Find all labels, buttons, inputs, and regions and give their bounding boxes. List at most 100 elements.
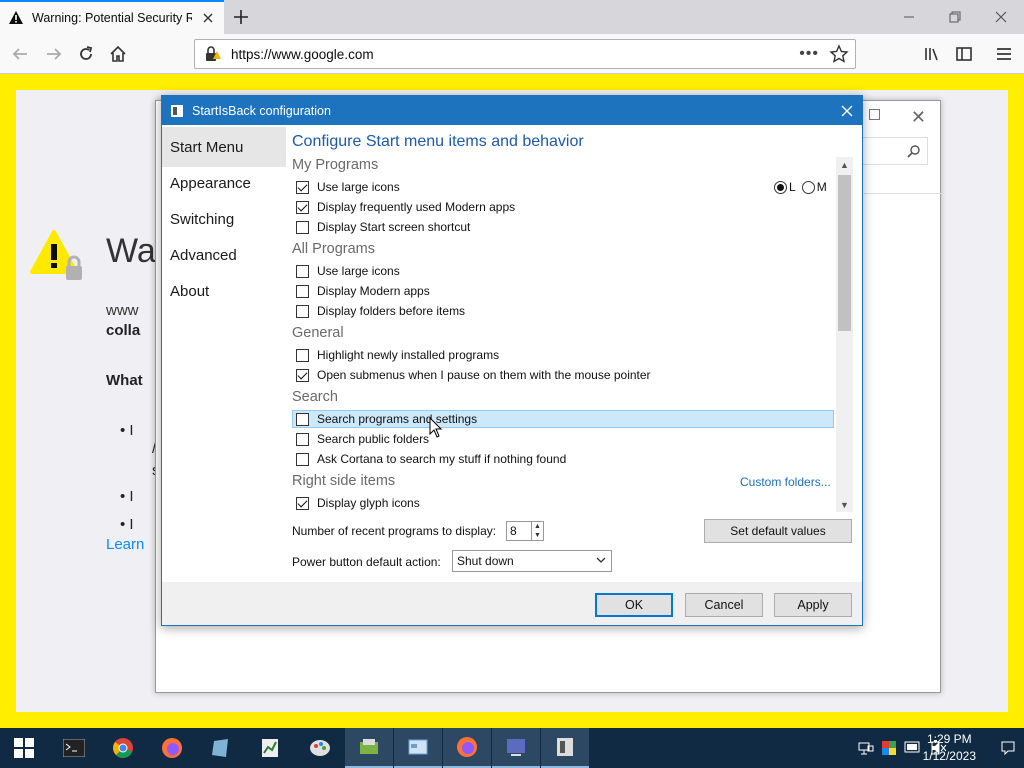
custom-folders-link[interactable]: Custom folders... [740,475,831,489]
page-actions-icon[interactable]: ••• [799,45,819,63]
recent-programs-value[interactable]: 8 [510,524,517,538]
nav-advanced[interactable]: Advanced [162,235,286,275]
option-mp-modern-apps[interactable]: Display frequently used Modern apps [292,198,834,216]
checkbox[interactable] [296,368,309,382]
app-icon [212,739,228,757]
ok-button[interactable]: OK [595,593,673,617]
stepper-down-icon[interactable]: ▼ [532,531,543,540]
forward-button[interactable] [40,40,68,68]
set-default-values-button[interactable]: Set default values [704,519,852,543]
taskbar-firefox[interactable] [148,728,196,768]
nav-about[interactable]: About [162,271,286,311]
cancel-button[interactable]: Cancel [685,593,763,617]
option-ap-large-icons[interactable]: Use large icons [292,262,834,280]
option-gen-submenus[interactable]: Open submenus when I pause on them with … [292,366,834,384]
recent-programs-stepper[interactable]: 8 ▲ ▼ [506,521,544,541]
start-button[interactable] [0,728,48,768]
menu-button[interactable] [990,40,1018,68]
scroll-up-icon[interactable]: ▲ [839,159,850,170]
bookmark-star-icon[interactable] [829,44,849,64]
browser-tab[interactable]: Warning: Potential Security Ris [0,0,224,34]
checkbox[interactable] [296,220,309,234]
option-search-programs[interactable]: Search programs and settings [292,410,834,428]
checkbox[interactable] [296,432,309,446]
dialog-footer: OK Cancel Apply [162,582,862,625]
nav-start-menu[interactable]: Start Menu [162,127,286,167]
restore-window-button[interactable] [932,0,978,34]
learn-more-link[interactable]: Learn [106,536,144,553]
taskbar-app-window[interactable] [394,728,442,768]
section-all-programs: All Programs [292,241,375,257]
restore-icon [949,11,961,23]
checkbox[interactable] [296,264,309,278]
taskbar-firefox-active[interactable] [443,728,491,768]
checkbox[interactable] [296,284,309,298]
nav-switching[interactable]: Switching [162,199,286,239]
scroll-down-icon[interactable]: ▼ [839,499,850,510]
notifications-icon[interactable] [1000,740,1016,756]
taskbar-app-chart[interactable] [246,728,294,768]
divider [864,193,942,194]
network-icon[interactable] [858,740,874,756]
options-scrollbar[interactable]: ▲ ▼ [836,157,853,512]
power-action-select[interactable]: Shut down [452,550,612,572]
section-my-programs: My Programs [292,157,379,173]
library-button[interactable] [918,40,946,68]
checkbox[interactable] [296,180,309,194]
address-bar[interactable]: https://www.google.com ••• [194,39,856,69]
radio-medium[interactable] [801,180,815,194]
home-button[interactable] [104,40,132,68]
checkbox[interactable] [296,304,309,318]
taskbar-cmd[interactable] [50,728,98,768]
clock-time: 1:29 PM [926,732,972,746]
option-gen-highlight[interactable]: Highlight newly installed programs [292,346,834,364]
option-rs-glyph[interactable]: Display glyph icons [292,494,834,512]
taskbar-app-green[interactable] [345,728,393,768]
close-window-button[interactable] [978,0,1024,34]
sidebar-button[interactable] [950,40,978,68]
dialog-titlebar[interactable]: StartIsBack configuration [162,96,862,125]
checkbox[interactable] [296,200,309,214]
url-text[interactable]: https://www.google.com [231,47,374,62]
nav-appearance[interactable]: Appearance [162,163,286,203]
scrollbar-thumb[interactable] [838,175,851,331]
display-icon[interactable] [904,740,920,756]
taskbar-chrome[interactable] [99,728,147,768]
taskbar-app-paint[interactable] [296,728,344,768]
close-icon[interactable]: ✕ [911,107,926,128]
insecure-lock-icon[interactable] [203,45,221,63]
radio-large[interactable] [774,180,787,194]
checkbox[interactable] [296,412,309,426]
option-search-public[interactable]: Search public folders [292,430,834,448]
maximize-icon[interactable] [869,109,880,120]
checkbox[interactable] [296,348,309,362]
apply-button[interactable]: Apply [774,593,852,617]
stepper-up-icon[interactable]: ▲ [532,522,543,531]
windows-taskbar: 1:29 PM 1/12/2023 [0,728,1024,768]
close-icon [995,11,1007,23]
close-tab-icon[interactable] [200,10,216,26]
checkbox[interactable] [296,452,309,466]
browser-toolbar: https://www.google.com ••• [0,34,1024,74]
taskbar-app-blue[interactable] [197,728,245,768]
option-ap-modern-apps[interactable]: Display Modern apps [292,282,834,300]
reload-button[interactable] [72,40,100,68]
option-mp-large-icons[interactable]: Use large icons [292,178,834,196]
minimize-window-button[interactable] [886,0,932,34]
option-ap-folders-before[interactable]: Display folders before items [292,302,834,320]
back-button[interactable] [6,40,34,68]
option-search-cortana[interactable]: Ask Cortana to search my stuff if nothin… [292,450,834,468]
system-clock[interactable]: 1:29 PM 1/12/2023 [923,731,976,765]
search-box[interactable] [862,137,928,165]
new-tab-button[interactable] [228,4,254,30]
dialog-close-button[interactable] [836,100,858,122]
chevron-down-icon [596,557,606,563]
taskbar-startisback[interactable] [541,728,589,768]
option-mp-start-screen[interactable]: Display Start screen shortcut [292,218,834,236]
taskbar-app-settings[interactable] [492,728,540,768]
section-search: Search [292,389,338,405]
checkbox[interactable] [296,496,309,510]
color-tray-icon[interactable] [881,740,897,756]
clock-date: 1/12/2023 [922,749,976,763]
security-warning-icon [30,230,82,280]
